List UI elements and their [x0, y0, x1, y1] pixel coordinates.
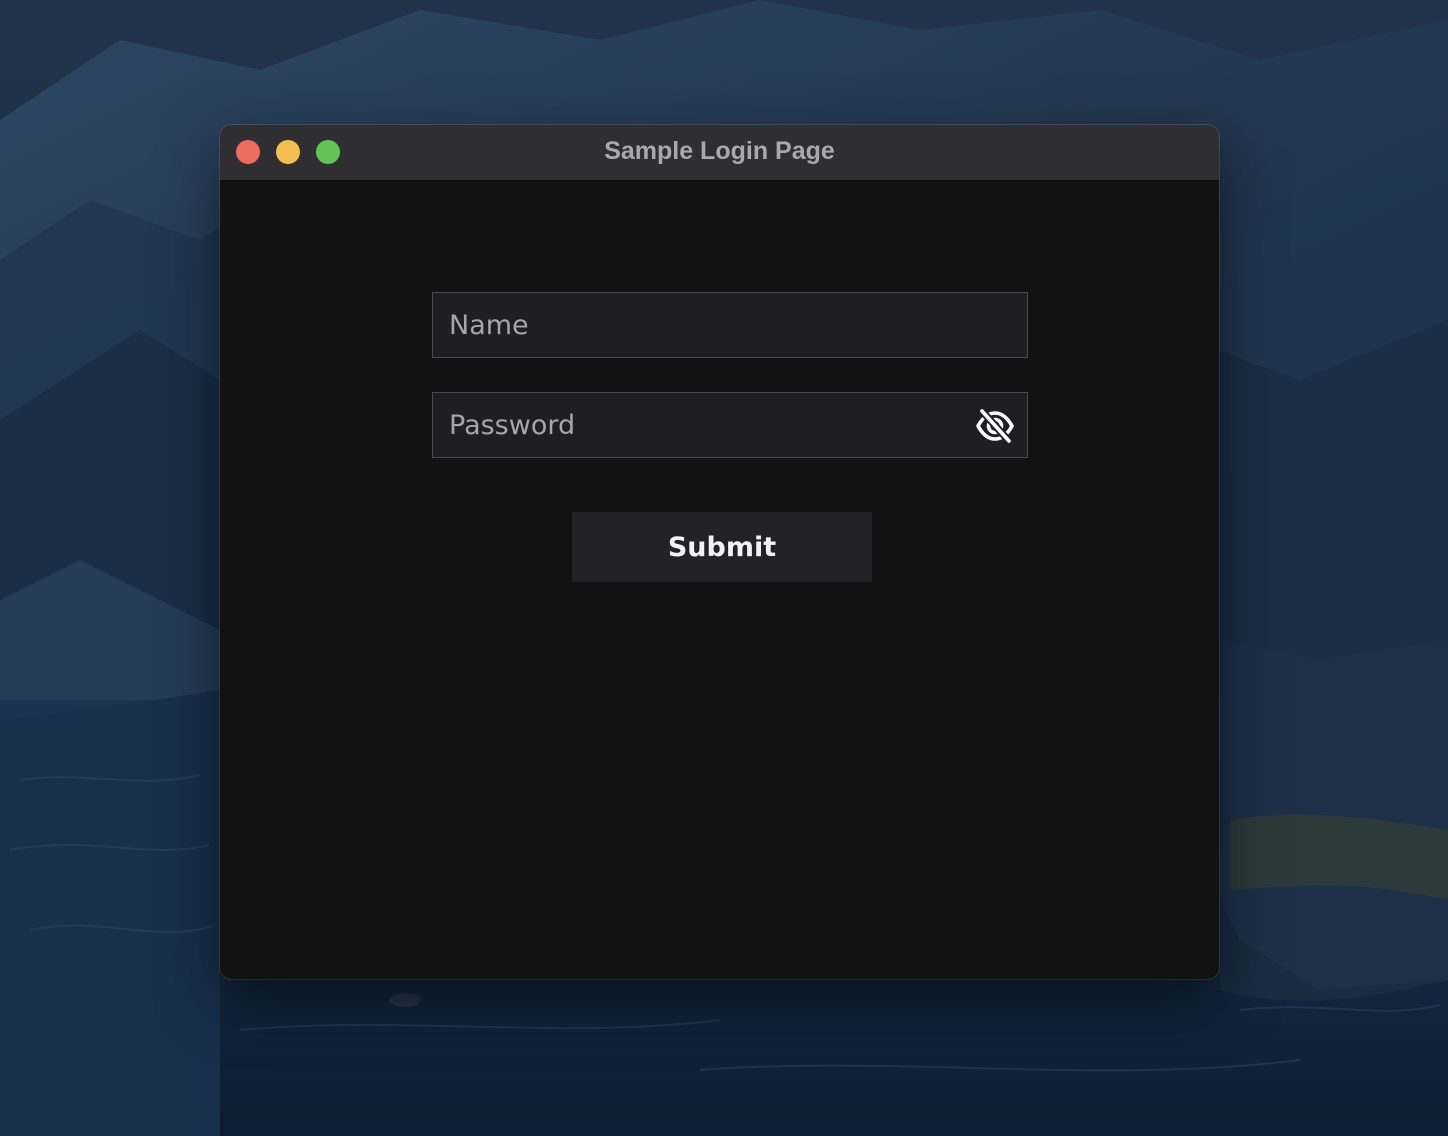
window-title: Sample Login Page	[604, 137, 835, 165]
login-form: Submit	[220, 181, 1219, 979]
app-window: Sample Login Page Submit	[220, 125, 1219, 979]
eye-off-icon[interactable]	[975, 407, 1015, 445]
name-field[interactable]	[432, 292, 1028, 358]
submit-button[interactable]: Submit	[572, 512, 872, 582]
password-input[interactable]	[433, 393, 1027, 457]
password-field[interactable]	[432, 392, 1028, 458]
title-bar: Sample Login Page	[220, 125, 1219, 181]
name-input[interactable]	[433, 293, 1027, 357]
